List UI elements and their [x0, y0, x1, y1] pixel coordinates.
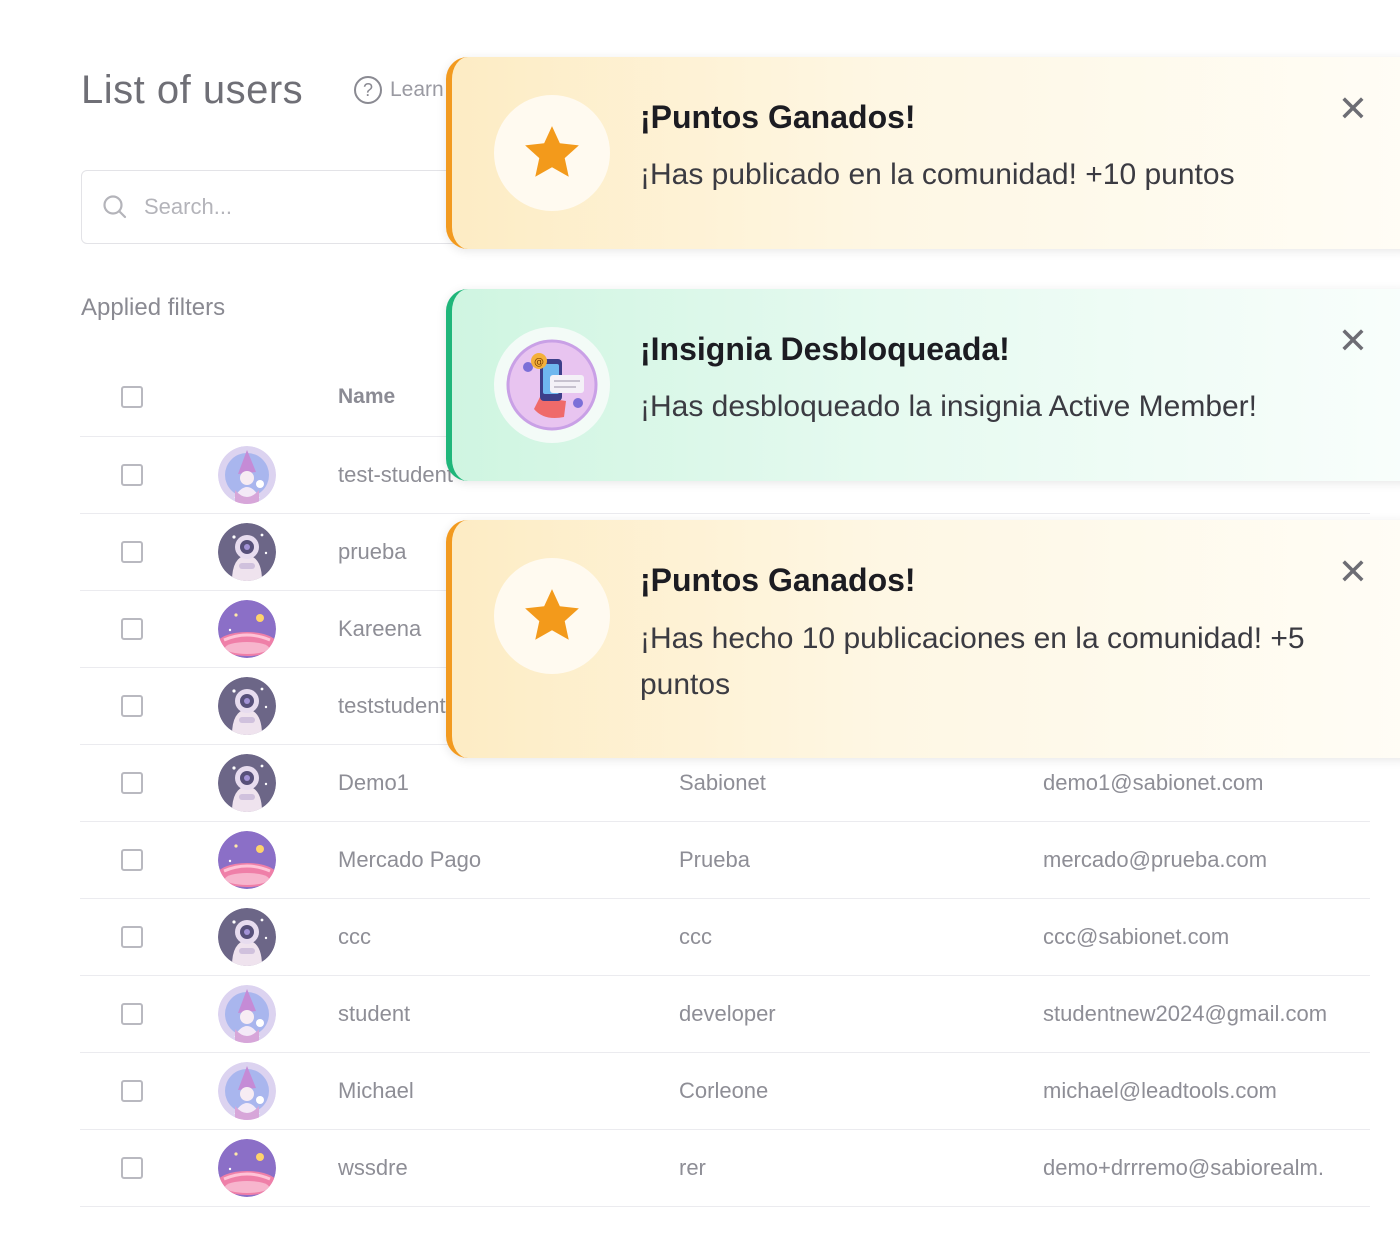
- close-icon[interactable]: ✕: [1338, 91, 1368, 127]
- cell-email: mercado@prueba.com: [1043, 847, 1268, 872]
- cell-email: michael@leadtools.com: [1043, 1078, 1277, 1103]
- cell-last-name: Sabionet: [679, 770, 766, 795]
- avatar: [218, 523, 276, 581]
- avatar: [218, 908, 276, 966]
- cell-last-name: rer: [679, 1155, 706, 1180]
- close-icon[interactable]: ✕: [1338, 554, 1368, 590]
- avatar: [218, 600, 276, 658]
- toast-title: ¡Puntos Ganados!: [640, 562, 916, 598]
- cell-last-name: Prueba: [679, 847, 750, 872]
- cell-name: Demo1: [338, 770, 409, 795]
- cell-name: Michael: [338, 1078, 414, 1103]
- avatar: [218, 1139, 276, 1197]
- table-row[interactable]: wssdre rer demo+drrremo@sabiorealm.: [80, 1130, 1370, 1207]
- cell-email: studentnew2024@gmail.com: [1043, 1001, 1328, 1026]
- cell-name: teststudent: [338, 693, 446, 718]
- applied-filters-label: Applied filters: [81, 294, 226, 321]
- row-checkbox[interactable]: [121, 618, 143, 640]
- cell-name: student: [338, 1001, 411, 1026]
- cell-last-name: Corleone: [679, 1078, 769, 1103]
- table-row[interactable]: student developer studentnew2024@gmail.c…: [80, 976, 1370, 1053]
- toast-message: ¡Has hecho 10 publicaciones en la comuni…: [640, 622, 1305, 701]
- cell-name: test-student: [338, 462, 453, 487]
- avatar: [218, 985, 276, 1043]
- toast-points-earned: ¡Puntos Ganados! ¡Has publicado en la co…: [446, 57, 1400, 249]
- row-checkbox[interactable]: [121, 541, 143, 563]
- row-checkbox[interactable]: [121, 1157, 143, 1179]
- cell-name: wssdre: [338, 1155, 408, 1180]
- toast-message: ¡Has desbloqueado la insignia Active Mem…: [640, 390, 1258, 423]
- cell-name: Mercado Pago: [338, 847, 482, 872]
- table-row[interactable]: ccc ccc ccc@sabionet.com: [80, 899, 1370, 976]
- cell-name: ccc: [338, 924, 371, 949]
- avatar: [218, 831, 276, 889]
- row-checkbox[interactable]: [121, 849, 143, 871]
- search-input[interactable]: [142, 193, 446, 221]
- cell-name: prueba: [338, 539, 407, 564]
- avatar: [218, 677, 276, 735]
- table-row[interactable]: Mercado Pago Prueba mercado@prueba.com: [80, 822, 1370, 899]
- row-checkbox[interactable]: [121, 464, 143, 486]
- avatar: [218, 754, 276, 812]
- row-checkbox[interactable]: [121, 926, 143, 948]
- page: List of users ? Learn Applied filters Na…: [0, 0, 1400, 1251]
- svg-text:@: @: [534, 357, 544, 368]
- toast-badge-unlocked: @ ¡Insignia Desbloqueada! ¡Has desbloque…: [446, 289, 1400, 481]
- cell-email: demo1@sabionet.com: [1043, 770, 1264, 795]
- toast-title: ¡Puntos Ganados!: [640, 99, 916, 135]
- cell-last-name: ccc: [679, 924, 712, 949]
- row-checkbox[interactable]: [121, 1080, 143, 1102]
- toast-points-earned: ¡Puntos Ganados! ¡Has hecho 10 publicaci…: [446, 520, 1400, 758]
- cell-email: demo+drrremo@sabiorealm.: [1043, 1155, 1324, 1180]
- search-icon: [103, 195, 127, 219]
- avatar: [218, 1062, 276, 1120]
- star-icon: [494, 558, 610, 674]
- users-table: Name test-student prueba Kareena teststu…: [80, 358, 1370, 1207]
- page-title: List of users: [81, 68, 304, 112]
- select-all-checkbox[interactable]: [121, 386, 143, 408]
- cell-last-name: developer: [679, 1001, 776, 1026]
- learn-link[interactable]: ? Learn: [354, 76, 444, 104]
- column-header-name[interactable]: Name: [338, 385, 395, 409]
- toast-title: ¡Insignia Desbloqueada!: [640, 331, 1010, 367]
- row-checkbox[interactable]: [121, 772, 143, 794]
- avatar: [218, 446, 276, 504]
- close-icon[interactable]: ✕: [1338, 323, 1368, 359]
- cell-name: Kareena: [338, 616, 422, 641]
- help-icon: ?: [354, 76, 382, 104]
- row-checkbox[interactable]: [121, 1003, 143, 1025]
- star-icon: [494, 95, 610, 211]
- table-row[interactable]: Michael Corleone michael@leadtools.com: [80, 1053, 1370, 1130]
- badge-icon: @: [494, 327, 610, 443]
- learn-label: Learn: [390, 78, 444, 101]
- toast-message: ¡Has publicado en la comunidad! +10 punt…: [640, 158, 1235, 191]
- cell-email: ccc@sabionet.com: [1043, 924, 1230, 949]
- row-checkbox[interactable]: [121, 695, 143, 717]
